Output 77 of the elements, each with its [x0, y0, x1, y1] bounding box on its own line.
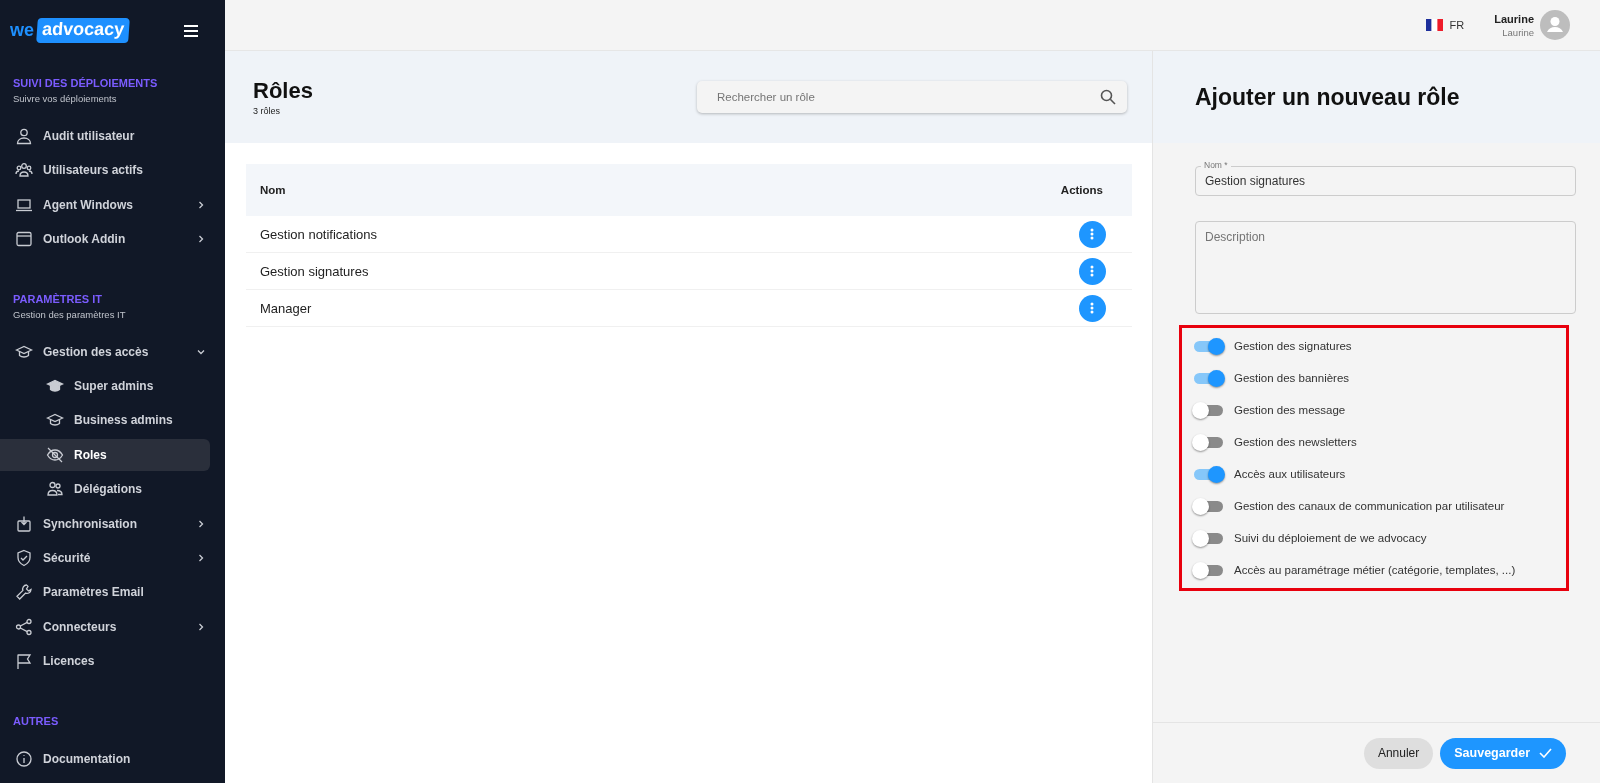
more-button[interactable]: [1078, 220, 1106, 248]
column-header: Nom: [260, 184, 286, 196]
more-button[interactable]: [1078, 257, 1106, 285]
section-subtitle: Gestion des paramètres IT: [12, 307, 127, 320]
search-icon[interactable]: [1100, 89, 1116, 105]
user-name: Laurine: [1494, 12, 1534, 25]
toggle-switch[interactable]: [1194, 532, 1223, 544]
more-button[interactable]: [1078, 294, 1106, 322]
sidebar-item[interactable]: Utilisateurs actifs: [0, 154, 210, 187]
sidebar-subitem[interactable]: Super admins: [0, 369, 210, 403]
table-cell: Gestion signatures: [246, 253, 1052, 290]
people-icon: [46, 480, 64, 499]
sidebar-item[interactable]: Documentation: [0, 742, 210, 775]
cancel-button[interactable]: Annuler: [1363, 737, 1434, 769]
permission-label: Gestion des signatures: [1234, 340, 1352, 352]
share-icon: [15, 617, 33, 636]
toggle-switch[interactable]: [1194, 436, 1223, 448]
window-icon: [15, 230, 33, 249]
permission-label: Accès au paramétrage métier (catégorie, templates, ...): [1234, 564, 1516, 576]
chevron-icon: [196, 234, 206, 245]
toggle-switch[interactable]: [1194, 500, 1223, 512]
more-icon: [1090, 302, 1094, 314]
field-label: Nom *: [1201, 160, 1231, 171]
chevron-icon: [196, 199, 206, 210]
page-title: Rôles: [253, 78, 313, 104]
language-selector[interactable]: FR: [1425, 19, 1465, 31]
flag-icon: [15, 651, 33, 670]
menu-icon[interactable]: [183, 24, 199, 37]
toggle-switch[interactable]: [1194, 468, 1223, 480]
sidebar-item[interactable]: Gestion des accès: [0, 335, 210, 368]
permission-label: Gestion des canaux de communication par utilisateur: [1234, 500, 1505, 512]
table-cell: Manager: [246, 290, 1052, 327]
sidebar-item[interactable]: Outlook Addin: [0, 223, 210, 256]
toggle-switch[interactable]: [1194, 404, 1223, 416]
more-icon: [1090, 265, 1094, 277]
eye-slash-icon: [46, 445, 64, 464]
sidebar-subitem[interactable]: Roles: [0, 438, 210, 471]
flag-icon: [1425, 19, 1443, 31]
people-icon: [15, 161, 33, 180]
role-count: 3 rôles: [253, 106, 281, 116]
person-icon: [15, 127, 33, 146]
chevron-icon: [196, 621, 206, 632]
description-field[interactable]: Description: [1195, 221, 1576, 314]
toggle-switch[interactable]: [1194, 340, 1223, 352]
sidebar-item[interactable]: Sécurité: [0, 541, 210, 575]
permission-label: Gestion des bannières: [1234, 372, 1350, 384]
toggle-switch[interactable]: [1194, 564, 1223, 576]
user-role: Laurine: [1502, 26, 1534, 38]
section-title: AUTRES: [12, 714, 60, 727]
column-header: Actions: [1060, 184, 1103, 196]
permission-label: Suivi du déploiement de we advocacy: [1234, 532, 1427, 544]
section-title: PARAMÈTRES IT: [12, 292, 104, 305]
toggle-switch[interactable]: [1194, 372, 1223, 384]
sidebar-item[interactable]: Synchronisation: [0, 507, 210, 540]
download-icon: [15, 514, 33, 533]
permission-label: Gestion des newsletters: [1234, 436, 1357, 448]
section-title: SUIVI DES DÉPLOIEMENTS: [12, 77, 159, 90]
chevron-icon: [196, 518, 206, 529]
section-subtitle: Suivre vos déploiements: [12, 92, 118, 105]
sidebar-item[interactable]: Paramètres Email: [0, 576, 210, 609]
sidebar-subitem[interactable]: Business admins: [0, 404, 210, 437]
shield-icon: [15, 548, 33, 567]
permission-label: Gestion des message: [1234, 404, 1346, 416]
permission-label: Accès aux utilisateurs: [1234, 468, 1346, 480]
sidebar-item[interactable]: Connecteurs: [0, 610, 210, 643]
sidebar-subitem[interactable]: Délégations: [0, 473, 210, 506]
sidebar-item[interactable]: Audit utilisateur: [0, 119, 210, 153]
panel-title: Ajouter un nouveau rôle: [1195, 83, 1460, 111]
chevron-icon: [196, 552, 206, 563]
more-icon: [1090, 228, 1094, 240]
sidebar-item[interactable]: Licences: [0, 644, 210, 678]
wrench-icon: [15, 583, 33, 602]
search-field[interactable]: Rechercher un rôle: [697, 81, 1127, 113]
info-icon: [15, 749, 33, 768]
table-cell: Gestion notifications: [246, 216, 1052, 253]
check-icon: [1539, 748, 1552, 758]
sidebar-item[interactable]: Agent Windows: [0, 188, 210, 221]
